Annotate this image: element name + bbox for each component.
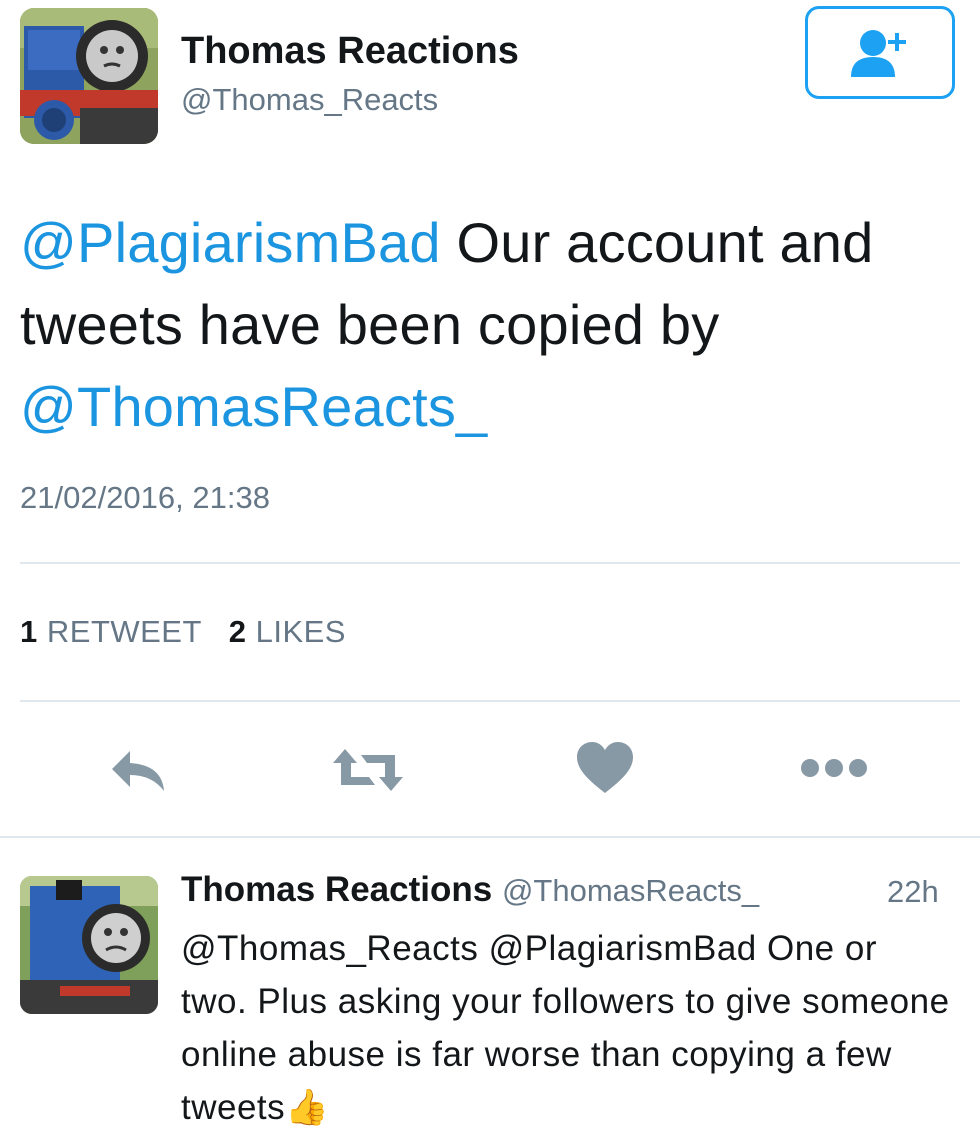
author-handle[interactable]: @Thomas_Reacts: [181, 82, 438, 118]
tweet-stats: 1 RETWEET 2 LIKES: [20, 614, 346, 650]
reply-author-handle[interactable]: @ThomasReacts_: [502, 873, 759, 908]
heart-icon: [577, 742, 633, 793]
reply-icon: [112, 751, 164, 791]
divider: [20, 700, 960, 702]
retweet-label: RETWEET: [46, 614, 202, 649]
divider: [0, 836, 980, 838]
author-name[interactable]: Thomas Reactions: [181, 30, 519, 73]
retweet-stat[interactable]: 1 RETWEET: [20, 614, 201, 649]
like-button[interactable]: [572, 738, 638, 798]
reply-author-name[interactable]: Thomas Reactions: [181, 870, 492, 909]
like-count: 2: [228, 614, 247, 649]
reply-time: 22h: [887, 874, 939, 909]
divider: [20, 562, 960, 564]
likes-stat[interactable]: 2 LIKES: [229, 614, 346, 649]
retweet-button[interactable]: [328, 740, 408, 800]
author-avatar[interactable]: [20, 8, 158, 144]
more-icon: [801, 759, 867, 777]
reply-button[interactable]: [104, 740, 174, 800]
likes-label: LIKES: [255, 614, 346, 649]
thumbs-up-icon: 👍: [285, 1088, 330, 1127]
retweet-icon: [333, 749, 403, 791]
follow-button[interactable]: [805, 6, 955, 99]
reply-header: Thomas Reactions @ThomasReacts_: [181, 870, 759, 910]
train-avatar-icon: [20, 876, 158, 1014]
tweet-timestamp: 21/02/2016, 21:38: [20, 480, 270, 515]
follow-user-plus-icon: [851, 29, 906, 77]
mention-link[interactable]: @PlagiarismBad: [20, 211, 441, 274]
reply-author-avatar[interactable]: [20, 876, 158, 1014]
reply-text: @Thomas_Reacts @PlagiarismBad One or two…: [181, 922, 951, 1134]
retweet-count: 1: [20, 614, 38, 649]
mention-link[interactable]: @ThomasReacts_: [20, 375, 487, 438]
train-avatar-icon: [20, 8, 158, 144]
more-button[interactable]: [794, 746, 874, 790]
tweet-text: @PlagiarismBad Our account and tweets ha…: [20, 202, 965, 448]
